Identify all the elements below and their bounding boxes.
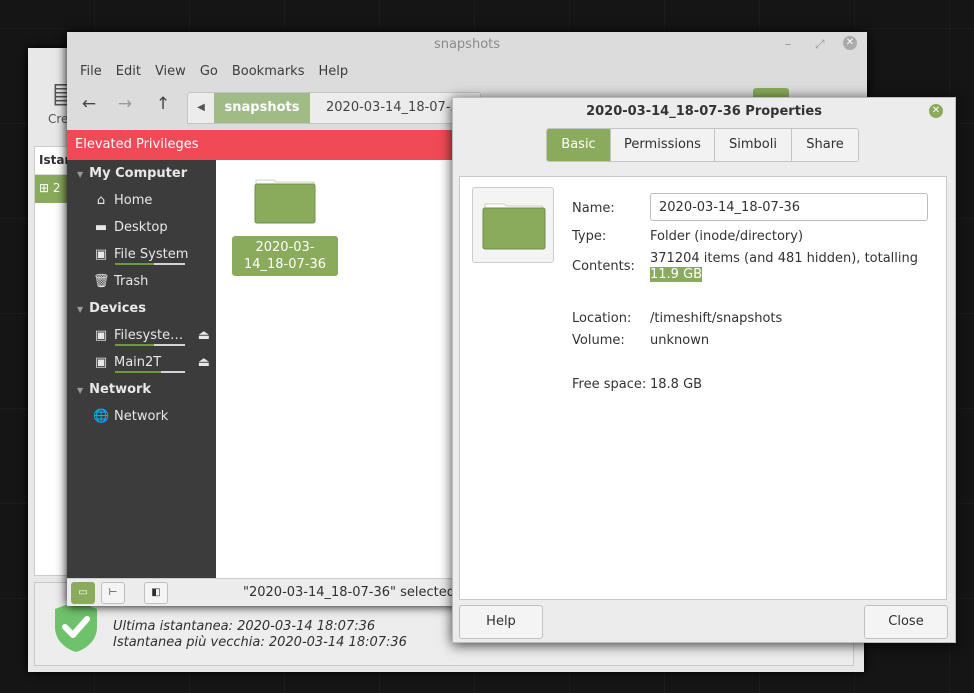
basic-panel: Name: Type: Folder (inode/directory) Con… [459, 176, 947, 600]
collapse-icon: ▼ [77, 305, 84, 314]
name-label: Name: [572, 201, 615, 216]
sidebar-item-main2t[interactable]: ▣ Main2T ⏏ [67, 349, 216, 376]
forward-arrow-icon[interactable]: → [111, 92, 139, 116]
dialog-close-icon[interactable]: ✕ [929, 104, 943, 118]
drive-icon: ▣ [94, 247, 108, 262]
up-arrow-icon[interactable]: ↑ [149, 92, 177, 116]
volume-value: unknown [650, 333, 710, 348]
location-value: /timeshift/snapshots [650, 311, 783, 326]
eject-icon[interactable]: ⏏ [198, 349, 210, 376]
dialog-title: 2020-03-14_18-07-36 Properties [586, 104, 822, 119]
sidebar-section-my-computer[interactable]: ▼ My Computer [67, 160, 216, 187]
menu-help[interactable]: Help [311, 64, 355, 79]
location-label: Location: [572, 311, 632, 326]
type-value: Folder (inode/directory) [650, 229, 804, 244]
menu-bar: File Edit View Go Bookmarks Help [67, 58, 867, 84]
sidebar-item-home[interactable]: ⌂ Home [67, 187, 216, 214]
tree-view-icon[interactable]: ⊢ [101, 582, 125, 604]
menu-go[interactable]: Go [193, 64, 225, 79]
usage-bar [115, 371, 185, 373]
type-label: Type: [572, 229, 607, 244]
sidebar-item-file-system[interactable]: ▣ File System [67, 241, 216, 268]
tab-share[interactable]: Share [792, 129, 858, 161]
sidebar-item-desktop[interactable]: ▬ Desktop [67, 214, 216, 241]
maximize-icon[interactable]: ⤢ [815, 37, 825, 52]
help-button[interactable]: Help [459, 605, 543, 639]
menu-file[interactable]: File [73, 64, 109, 79]
snapshot-add-icon: ⊞ [39, 181, 53, 195]
minimize-icon[interactable]: – [785, 37, 791, 51]
window-title: snapshots [433, 37, 501, 52]
selection-status: "2020-03-14_18-07-36" selected ( [243, 585, 465, 600]
hide-sidebar-icon[interactable]: ◧ [144, 582, 168, 604]
close-button[interactable]: Close [864, 605, 948, 639]
collapse-icon: ▼ [77, 170, 84, 179]
menu-edit[interactable]: Edit [109, 64, 148, 79]
drive-icon: ▣ [94, 355, 108, 370]
last-snapshot-text: Ultima istantanea: 2020-03-14 18:07:36 [113, 619, 376, 634]
tab-bar: Basic Permissions Simboli Share [546, 128, 859, 162]
sidebar-item-network[interactable]: 🌐 Network [67, 403, 216, 430]
tab-permissions[interactable]: Permissions [611, 129, 715, 161]
sidebar: ▼ My Computer ⌂ Home ▬ Desktop ▣ File System… [67, 160, 216, 578]
sidebar-section-devices[interactable]: ▼ Devices [67, 295, 216, 322]
contents-value: 371204 items (and 481 hidden), totalling [650, 251, 919, 266]
name-input[interactable] [650, 193, 928, 221]
breadcrumb-snapshots[interactable]: snapshots [214, 93, 310, 123]
places-toggle-icon[interactable]: ▭ [71, 582, 95, 604]
close-icon[interactable]: ✕ [843, 36, 857, 50]
tab-simboli[interactable]: Simboli [715, 129, 792, 161]
contents-size: 11.9 GB [650, 267, 703, 282]
folder-icon[interactable] [254, 178, 316, 224]
properties-dialog: 2020-03-14_18-07-36 Properties ✕ Basic P… [452, 97, 956, 643]
free-space-label: Free space: [572, 377, 647, 392]
menu-view[interactable]: View [148, 64, 193, 79]
breadcrumb-left-icon[interactable]: ◀ [188, 93, 214, 123]
usage-bar [115, 263, 185, 265]
eject-icon[interactable]: ⏏ [198, 322, 210, 349]
folder-label[interactable]: 2020-03-14_18-07-36 [232, 236, 338, 276]
folder-preview[interactable] [472, 187, 554, 263]
free-space-value: 18.8 GB [650, 377, 703, 392]
home-icon: ⌂ [96, 193, 106, 208]
volume-label: Volume: [572, 333, 625, 348]
sidebar-item-trash[interactable]: 🗑 Trash [67, 268, 216, 295]
shield-check-icon [55, 601, 97, 652]
oldest-snapshot-text: Istantanea più vecchia: 2020-03-14 18:07… [113, 635, 407, 650]
tab-basic[interactable]: Basic [547, 129, 611, 161]
usage-bar [115, 344, 185, 346]
collapse-icon: ▼ [77, 386, 84, 395]
menu-bookmarks[interactable]: Bookmarks [225, 64, 312, 79]
folder-icon [482, 203, 546, 250]
drive-icon: ▣ [94, 328, 108, 343]
network-icon: 🌐 [93, 409, 110, 424]
trash-icon: 🗑 [93, 274, 110, 289]
desktop-icon: ▬ [94, 220, 108, 235]
back-arrow-icon[interactable]: ← [75, 92, 103, 116]
sidebar-section-network[interactable]: ▼ Network [67, 376, 216, 403]
contents-label: Contents: [572, 259, 635, 274]
sidebar-item-filesystem-device[interactable]: ▣ Filesyste… ⏏ [67, 322, 216, 349]
breadcrumb: ◀ snapshots 2020-03-14_18-07-36 [187, 92, 481, 124]
